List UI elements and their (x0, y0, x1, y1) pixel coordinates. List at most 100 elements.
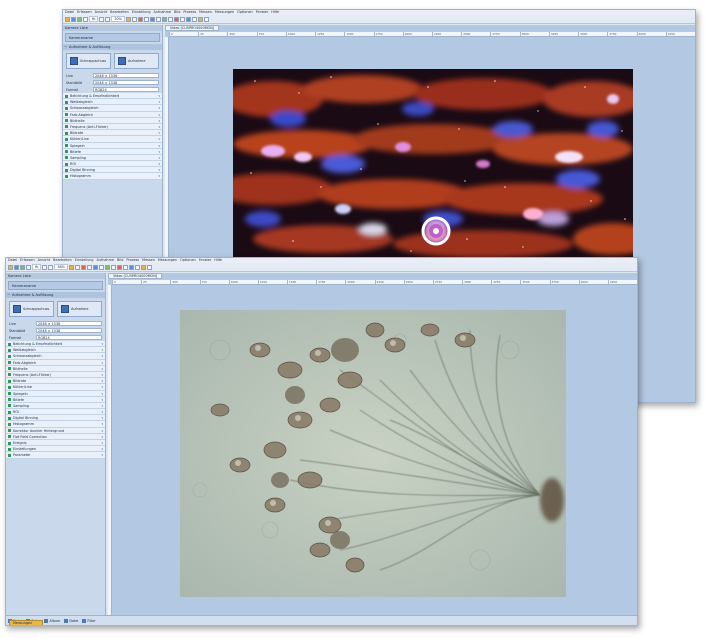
rect-tool-icon[interactable] (143, 16, 149, 22)
zoom-in-icon[interactable] (42, 264, 48, 270)
record-button[interactable]: Aufnahme (57, 301, 102, 317)
copy-icon[interactable] (26, 264, 31, 270)
format-select[interactable]: RGB24 (93, 87, 159, 92)
ruler-tick-label: 4000 (636, 32, 666, 36)
circle-tool-icon[interactable] (149, 16, 155, 22)
polygon-tool-icon[interactable] (161, 16, 167, 22)
line-tool-icon[interactable] (137, 16, 143, 22)
polygon-tool-icon[interactable] (104, 264, 110, 270)
print-icon[interactable] (77, 16, 82, 22)
ruler-tick-label: 25 (141, 280, 170, 284)
fluorescence-image[interactable] (233, 69, 633, 257)
live-resolution-select[interactable]: 2048 × 1536 (93, 73, 159, 78)
open-icon[interactable] (8, 264, 13, 270)
ruler-tick-label: 3750 (549, 280, 579, 284)
zoom-in-icon[interactable] (99, 16, 105, 22)
camera-name[interactable]: Kameraname (8, 281, 103, 290)
live-resolution-field: Live 2048 × 1536 (63, 72, 162, 79)
camera-icon (70, 57, 78, 65)
zoom-out-icon[interactable] (105, 16, 111, 22)
camera-list-header[interactable]: Kamera Liste (6, 273, 105, 279)
pointer-icon[interactable] (131, 16, 137, 22)
status-icon (82, 618, 87, 623)
status-bar-item[interactable]: Filter (82, 618, 96, 623)
angle-tool-icon[interactable] (98, 264, 104, 270)
measurements-tab[interactable]: Messungen (9, 620, 43, 625)
grid-icon[interactable] (185, 16, 191, 22)
save-icon[interactable] (71, 16, 76, 22)
ruler-tick-label: 3000 (519, 32, 549, 36)
format-field: Format RGB24 (6, 334, 105, 341)
zoom-percent[interactable]: 30% (111, 16, 125, 22)
grid-icon[interactable] (128, 264, 134, 270)
pointer-icon[interactable] (74, 264, 80, 270)
ruler-tick-label: 1750 (316, 280, 345, 284)
horizontal-ruler: 0 25 500 750 1000 1250 1500 1750 2000 2250 2500 275… (112, 280, 637, 285)
measure-icon[interactable] (179, 16, 185, 22)
ruler-tick-label: 3500 (520, 280, 549, 284)
fit-icon[interactable] (68, 264, 74, 270)
fluorescence-micrograph (233, 69, 633, 257)
arrow-tool-icon[interactable] (173, 16, 179, 22)
text-tool-icon[interactable] (110, 264, 116, 270)
record-button[interactable]: Aufnahme (114, 53, 159, 69)
status-bar-item[interactable]: Datei (64, 618, 79, 623)
camera-sidebar: Kamera Liste Kameraname Aufnahme & Auflö… (6, 273, 106, 625)
ruler-tick-label: 4250 (665, 32, 695, 36)
ruler-tick-label: 1750 (373, 32, 403, 36)
line-tool-icon[interactable] (80, 264, 86, 270)
toolbar: fb 36% (6, 263, 637, 272)
format-field: Format RGB24 (63, 86, 162, 93)
fit-icon[interactable] (125, 16, 131, 22)
ruler-tick-label: 2750 (432, 280, 462, 284)
ruler-tick-label: 3250 (548, 32, 578, 36)
snapshot-button[interactable]: Schnappschuss (66, 53, 111, 69)
rect-tool-icon[interactable] (86, 264, 92, 270)
zoom-select[interactable]: fb (32, 264, 42, 270)
toolbar: fb 30% (63, 15, 695, 24)
record-icon (118, 57, 126, 65)
open-icon[interactable] (65, 16, 70, 22)
status-bar: DateiOrdn.AlbumDateiFilter (6, 615, 637, 625)
vertical-ruler (108, 285, 112, 625)
arrow-tool-icon[interactable] (116, 264, 122, 270)
angle-tool-icon[interactable] (155, 16, 161, 22)
ruler-tick-label: 2750 (490, 32, 519, 36)
capture-section-header[interactable]: Aufnahme & Auflösung (63, 44, 162, 50)
ruler-tick-label: 750 (199, 280, 229, 284)
zoom-out-icon[interactable] (48, 264, 54, 270)
capture-section-header[interactable]: Aufnahme & Auflösung (6, 292, 105, 298)
document-tab[interactable]: Video [CU5PRO4000MON] (108, 273, 163, 279)
save-icon[interactable] (14, 264, 19, 270)
color-icon[interactable] (197, 16, 203, 22)
status-bar-item[interactable]: Album (44, 618, 60, 623)
brightfield-image[interactable] (180, 310, 566, 597)
settings-list-item[interactable]: Histogramm (63, 173, 162, 180)
settings-icon[interactable] (203, 16, 209, 22)
scale-icon[interactable] (134, 264, 140, 270)
snapshot-button[interactable]: Schnappschuss (9, 301, 54, 317)
format-select[interactable]: RGB24 (36, 335, 102, 340)
settings-icon[interactable] (146, 264, 152, 270)
ruler-tick-label: 3500 (578, 32, 607, 36)
ruler-tick-label: 1000 (285, 32, 315, 36)
zoom-select[interactable]: fb (89, 16, 99, 22)
live-resolution-select[interactable]: 2048 × 1536 (36, 321, 102, 326)
camera-list-header[interactable]: Kamera Liste (63, 25, 162, 31)
scale-icon[interactable] (191, 16, 197, 22)
camera-name[interactable]: Kameraname (65, 33, 160, 42)
settings-list-item[interactable]: Parameter (6, 452, 105, 459)
ruler-tick-label: 4000 (578, 280, 608, 284)
zoom-percent[interactable]: 36% (54, 264, 68, 270)
color-icon[interactable] (140, 264, 146, 270)
print-icon[interactable] (20, 264, 25, 270)
text-tool-icon[interactable] (167, 16, 173, 22)
still-resolution-select[interactable]: 2048 × 1536 (36, 328, 102, 333)
ruler-tick-label: 1250 (315, 32, 344, 36)
document-tab[interactable]: Video [CU5PRO4000MON] (165, 25, 220, 31)
status-bar-label: Datei (69, 618, 79, 623)
circle-tool-icon[interactable] (92, 264, 98, 270)
copy-icon[interactable] (83, 16, 88, 22)
still-resolution-select[interactable]: 2048 × 1536 (93, 80, 159, 85)
measure-icon[interactable] (122, 264, 128, 270)
